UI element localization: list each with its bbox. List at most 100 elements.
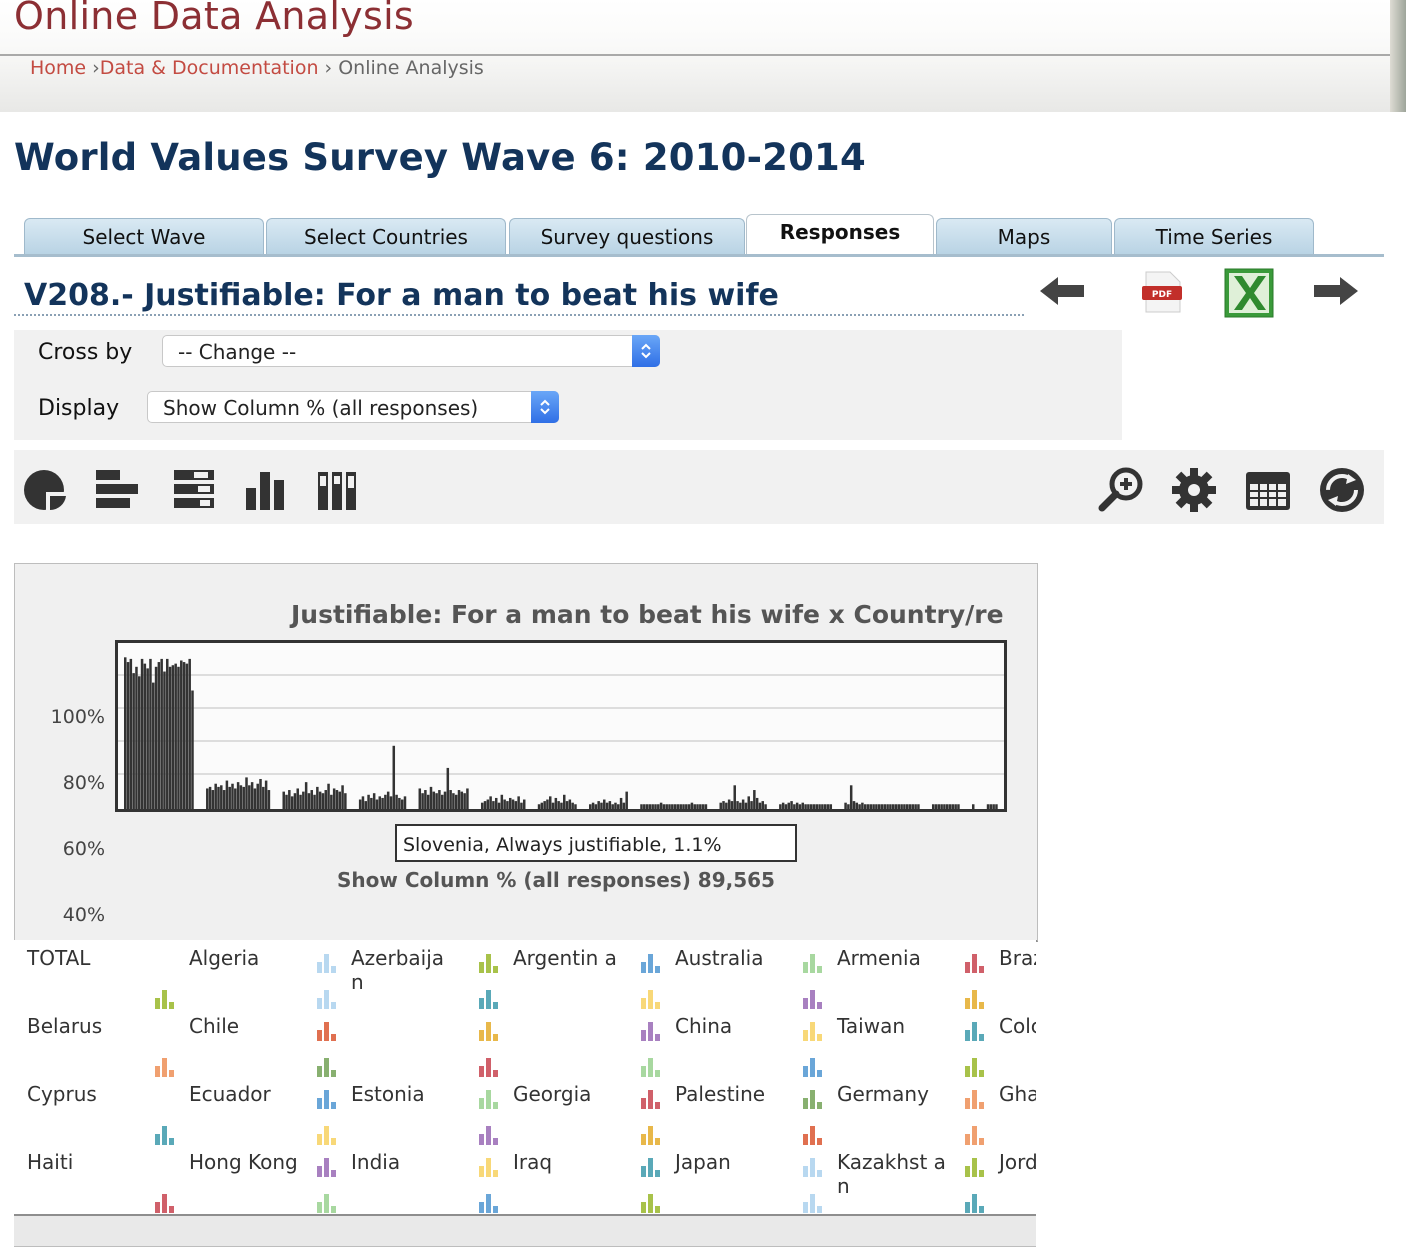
chart-bar[interactable] <box>236 782 240 809</box>
chart-bar[interactable] <box>372 793 376 809</box>
chart-bar[interactable] <box>679 804 682 809</box>
tab-select-countries[interactable]: Select Countries <box>266 218 506 255</box>
chart-bar[interactable] <box>914 804 917 809</box>
chart-bar[interactable] <box>511 799 515 809</box>
chart-bar[interactable] <box>889 804 892 809</box>
chart-bar[interactable] <box>551 802 555 809</box>
chart-bar[interactable] <box>787 802 791 809</box>
chart-bar[interactable] <box>483 801 487 809</box>
legend-item[interactable]: Armenia <box>837 946 947 970</box>
chart-bar[interactable] <box>163 671 166 809</box>
chart-bar[interactable] <box>894 804 898 809</box>
legend-item[interactable]: Taiwan <box>837 1014 947 1038</box>
chart-bar[interactable] <box>671 804 674 809</box>
chart-bar[interactable] <box>758 802 762 809</box>
chart-bar[interactable] <box>211 790 215 809</box>
chart-bar[interactable] <box>699 804 702 809</box>
chart-bar[interactable] <box>668 804 671 809</box>
legend-item[interactable]: Azerbaija n <box>351 946 461 994</box>
chart-bar[interactable] <box>798 804 802 809</box>
chart-bar[interactable] <box>560 802 563 809</box>
chart-bar[interactable] <box>945 804 949 809</box>
chart-bar[interactable] <box>809 804 813 809</box>
chart-bar[interactable] <box>645 804 649 809</box>
chart-bar[interactable] <box>395 794 398 809</box>
chart-bar[interactable] <box>290 796 294 809</box>
chart-bar[interactable] <box>948 804 952 809</box>
chart-bar[interactable] <box>208 786 212 809</box>
chart-bar[interactable] <box>818 804 821 809</box>
chart-bar[interactable] <box>696 804 699 809</box>
chart-bar[interactable] <box>517 796 520 809</box>
chart-bar[interactable] <box>781 802 785 809</box>
chart-bar[interactable] <box>489 796 492 809</box>
chart-bar[interactable] <box>676 804 680 809</box>
chart-bar[interactable] <box>654 804 657 809</box>
chart-bar[interactable] <box>234 788 237 809</box>
chart-bar[interactable] <box>563 794 566 809</box>
chart-bar[interactable] <box>514 801 518 809</box>
legend-item[interactable]: Belarus <box>27 1014 137 1038</box>
chart-bar[interactable] <box>506 801 509 809</box>
chart-bar[interactable] <box>124 657 127 809</box>
chart-bar[interactable] <box>503 799 506 809</box>
chart-bar[interactable] <box>367 794 370 809</box>
chart-bar[interactable] <box>424 790 427 809</box>
chart-bar[interactable] <box>793 804 796 809</box>
chart-bar[interactable] <box>812 804 816 809</box>
chart-bar[interactable] <box>318 791 322 809</box>
chart-bar[interactable] <box>693 804 696 809</box>
stacked-vertical-bar-icon[interactable] <box>316 466 364 518</box>
chart-bar[interactable] <box>659 802 663 809</box>
legend-item[interactable]: Jord <box>999 1150 1036 1174</box>
chart-bar[interactable] <box>546 799 549 809</box>
back-arrow-icon[interactable] <box>1038 274 1086 312</box>
chart-bar[interactable] <box>435 793 438 809</box>
chart-bar[interactable] <box>651 804 654 809</box>
chart-bar[interactable] <box>886 804 889 809</box>
chart-bar[interactable] <box>386 791 390 809</box>
chart-bar[interactable] <box>665 804 668 809</box>
excel-icon[interactable] <box>1224 268 1274 322</box>
cross-by-select[interactable]: -- Change -- <box>162 335 660 367</box>
chart-bar[interactable] <box>217 786 220 809</box>
chart-bar[interactable] <box>182 662 186 809</box>
chart-bar[interactable] <box>847 804 850 809</box>
chart-bar[interactable] <box>761 801 765 809</box>
chart-bar[interactable] <box>154 666 158 809</box>
chart-bar[interactable] <box>443 791 447 809</box>
chart-bar[interactable] <box>591 802 595 809</box>
chart-bar[interactable] <box>741 799 745 809</box>
chart-bar[interactable] <box>719 802 722 809</box>
chart-bar[interactable] <box>804 804 807 809</box>
display-select[interactable]: Show Column % (all responses) <box>147 391 559 423</box>
chart-bar[interactable] <box>500 794 504 809</box>
chart-bar[interactable] <box>214 783 217 809</box>
chart-bar[interactable] <box>341 785 344 809</box>
refresh-icon[interactable] <box>1318 466 1366 518</box>
chart-bar[interactable] <box>438 790 441 809</box>
legend-item[interactable]: Algeria <box>189 946 299 970</box>
chart-bar[interactable] <box>880 804 884 809</box>
chart-bar[interactable] <box>296 788 299 809</box>
chart-bar[interactable] <box>520 802 523 809</box>
chart-bar[interactable] <box>657 804 660 809</box>
chart-bar[interactable] <box>549 796 552 809</box>
chart-bar[interactable] <box>228 786 231 809</box>
chart-bar[interactable] <box>389 796 393 809</box>
chart-bar[interactable] <box>815 804 819 809</box>
chart-bar[interactable] <box>231 783 234 809</box>
chart-bar[interactable] <box>614 802 617 809</box>
chart-bar[interactable] <box>143 663 147 809</box>
chart-bar[interactable] <box>220 785 223 809</box>
legend-item[interactable]: Haiti <box>27 1150 137 1174</box>
chart-bar[interactable] <box>321 793 325 809</box>
chart-bar[interactable] <box>863 804 867 809</box>
chart-bar[interactable] <box>807 804 810 809</box>
legend-item[interactable]: Braz <box>999 946 1036 970</box>
chart-bar[interactable] <box>426 794 430 809</box>
legend-item[interactable]: Japan <box>675 1150 785 1174</box>
chart-bar[interactable] <box>540 802 544 809</box>
chart-bar[interactable] <box>617 804 620 809</box>
chart-bar[interactable] <box>995 804 998 809</box>
